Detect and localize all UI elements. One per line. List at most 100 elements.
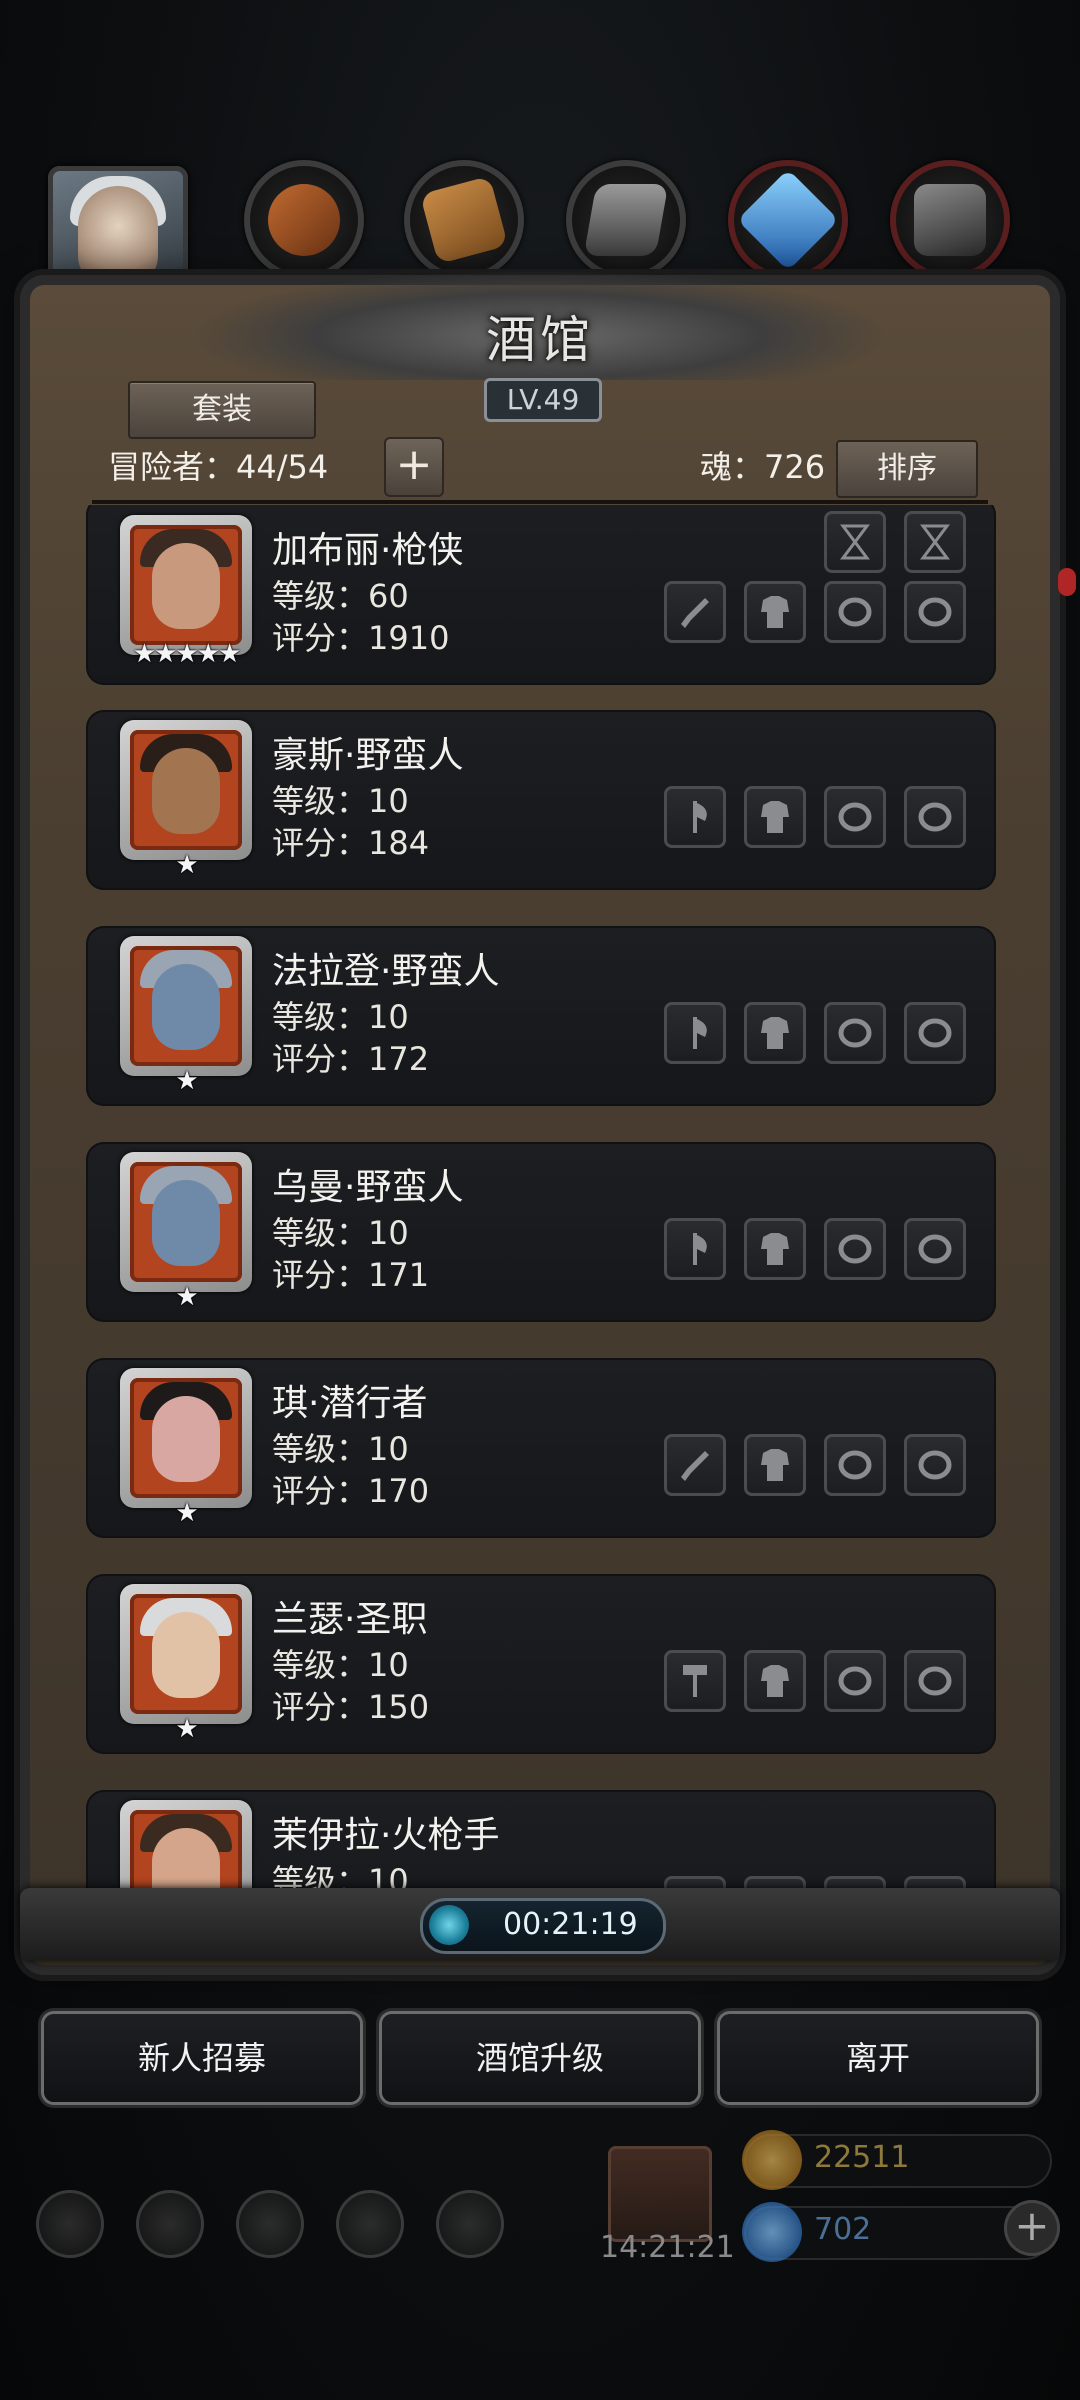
hero-level: 等级：60 xyxy=(272,577,409,615)
recruit-button[interactable]: 新人招募 xyxy=(44,2014,360,2102)
upgrade-tavern-button[interactable]: 酒馆升级 xyxy=(382,2014,698,2102)
gold-coin-icon xyxy=(742,2130,802,2190)
hammer-slot-icon[interactable] xyxy=(664,1650,726,1712)
ring-slot-icon[interactable] xyxy=(824,1434,886,1496)
iron-resource-icon[interactable] xyxy=(566,160,686,280)
timer-text: 00:21:19 xyxy=(503,1907,638,1942)
gift-box-icon[interactable] xyxy=(608,2146,712,2242)
ring-slot-icon[interactable] xyxy=(904,1218,966,1280)
hero-stars: ★★★★★ xyxy=(132,639,242,669)
castle-icon[interactable] xyxy=(236,2190,304,2258)
hero-name: 豪斯·野蛮人 xyxy=(272,735,464,776)
hero-level: 等级：10 xyxy=(272,1430,409,1468)
hero-card[interactable]: ★ 豪斯·野蛮人 等级：10 评分：184 xyxy=(86,710,996,890)
ring-slot-icon[interactable] xyxy=(904,1002,966,1064)
hero-level: 等级：10 xyxy=(272,1646,409,1684)
armor-slot-icon[interactable] xyxy=(744,786,806,848)
tavern-level-badge: LV.49 xyxy=(484,378,602,422)
hero-portrait xyxy=(120,1584,252,1724)
hero-level: 等级：10 xyxy=(272,782,409,820)
hero-name: 琪·潜行者 xyxy=(272,1383,428,1424)
hero-name: 法拉登·野蛮人 xyxy=(272,951,500,992)
add-capacity-button[interactable]: + xyxy=(384,437,444,497)
ring-slot-icon[interactable] xyxy=(904,1650,966,1712)
sort-button[interactable]: 排序 xyxy=(836,440,978,498)
adventurer-count: 冒险者：44/54 xyxy=(108,448,329,486)
armor-slot-icon[interactable] xyxy=(744,1650,806,1712)
ore-resource-icon[interactable] xyxy=(890,160,1010,280)
ring-slot-icon[interactable] xyxy=(824,581,886,643)
ring-slot-icon[interactable] xyxy=(824,786,886,848)
notification-dot xyxy=(1058,568,1076,596)
hero-card[interactable]: ★★★★★ 加布丽·枪侠 等级：60 评分：1910 xyxy=(86,505,996,685)
crystal-resource-icon[interactable] xyxy=(728,160,848,280)
avatar-face xyxy=(78,186,158,286)
gift-timer: 14:21:21 xyxy=(600,2230,735,2265)
hero-level: 等级：10 xyxy=(272,998,409,1036)
hero-score: 评分：171 xyxy=(272,1256,430,1294)
hero-name: 乌曼·野蛮人 xyxy=(272,1167,464,1208)
wood-resource-icon[interactable] xyxy=(244,160,364,280)
hero-score: 评分：1910 xyxy=(272,619,450,657)
ring-slot-icon[interactable] xyxy=(824,1218,886,1280)
ring-slot-icon[interactable] xyxy=(824,1002,886,1064)
settings-gear-icon[interactable] xyxy=(36,2190,104,2258)
add-gems-button[interactable]: + xyxy=(1004,2200,1060,2256)
ring-slot-icon[interactable] xyxy=(904,581,966,643)
hero-level: 等级：10 xyxy=(272,1214,409,1252)
hero-name: 加布丽·枪侠 xyxy=(272,530,464,571)
gem-value: 702 xyxy=(814,2212,872,2247)
hero-score: 评分：150 xyxy=(272,1688,430,1726)
hero-card[interactable]: ★ 乌曼·野蛮人 等级：10 评分：171 xyxy=(86,1142,996,1322)
leave-button[interactable]: 离开 xyxy=(720,2014,1036,2102)
armor-slot-icon[interactable] xyxy=(744,1218,806,1280)
hero-card[interactable]: ★ 兰瑟·圣职 等级：10 评分：150 xyxy=(86,1574,996,1754)
hero-portrait xyxy=(120,515,252,655)
hero-stars: ★ xyxy=(175,1282,198,1312)
hero-portrait xyxy=(120,936,252,1076)
mail-icon[interactable] xyxy=(336,2190,404,2258)
axe-slot-icon[interactable] xyxy=(664,1002,726,1064)
gun-slot-icon[interactable] xyxy=(664,1434,726,1496)
hero-score: 评分：184 xyxy=(272,824,430,862)
gun-slot-icon[interactable] xyxy=(664,581,726,643)
axe-slot-icon[interactable] xyxy=(664,1218,726,1280)
hero-portrait xyxy=(120,1368,252,1508)
hourglass-icon[interactable] xyxy=(904,511,966,573)
panel-title: 酒馆 xyxy=(486,311,594,369)
hero-card[interactable]: ★ 琪·潜行者 等级：10 评分：170 xyxy=(86,1358,996,1538)
hero-portrait xyxy=(120,720,252,860)
soul-count: 魂：726 xyxy=(700,448,826,486)
hero-card[interactable]: 茉伊拉·火枪手 等级：10 xyxy=(86,1790,996,1900)
ring-slot-icon[interactable] xyxy=(824,1650,886,1712)
ring-slot-icon[interactable] xyxy=(904,786,966,848)
hero-name: 茉伊拉·火枪手 xyxy=(272,1815,500,1856)
hero-stars: ★ xyxy=(175,1498,198,1528)
hero-portrait xyxy=(120,1152,252,1292)
list-divider xyxy=(92,500,988,504)
hero-name: 兰瑟·圣职 xyxy=(272,1599,428,1640)
gold-counter: 22511 xyxy=(742,2130,1052,2190)
hero-card[interactable]: ★ 法拉登·野蛮人 等级：10 评分：172 xyxy=(86,926,996,1106)
dice-icon[interactable] xyxy=(436,2190,504,2258)
star-badge-icon[interactable] xyxy=(136,2190,204,2258)
gold-value: 22511 xyxy=(814,2140,910,2175)
gem-icon xyxy=(742,2202,802,2262)
clock-icon xyxy=(429,1905,469,1945)
armor-slot-icon[interactable] xyxy=(744,1434,806,1496)
refresh-timer: 00:21:19 xyxy=(420,1898,666,1954)
hero-score: 评分：172 xyxy=(272,1040,430,1078)
ring-slot-icon[interactable] xyxy=(904,1434,966,1496)
hero-list[interactable]: ★★★★★ 加布丽·枪侠 等级：60 评分：1910 ★ 豪斯·野蛮人 等级：1… xyxy=(86,505,996,1900)
hourglass-icon[interactable] xyxy=(824,511,886,573)
hero-stars: ★ xyxy=(175,1714,198,1744)
outfit-button[interactable]: 套装 xyxy=(128,381,316,439)
hero-portrait xyxy=(120,1800,252,1900)
hero-stars: ★ xyxy=(175,850,198,880)
axe-slot-icon[interactable] xyxy=(664,786,726,848)
armor-slot-icon[interactable] xyxy=(744,1002,806,1064)
armor-slot-icon[interactable] xyxy=(744,581,806,643)
planks-resource-icon[interactable] xyxy=(404,160,524,280)
hero-stars: ★ xyxy=(175,1066,198,1096)
hero-score: 评分：170 xyxy=(272,1472,430,1510)
